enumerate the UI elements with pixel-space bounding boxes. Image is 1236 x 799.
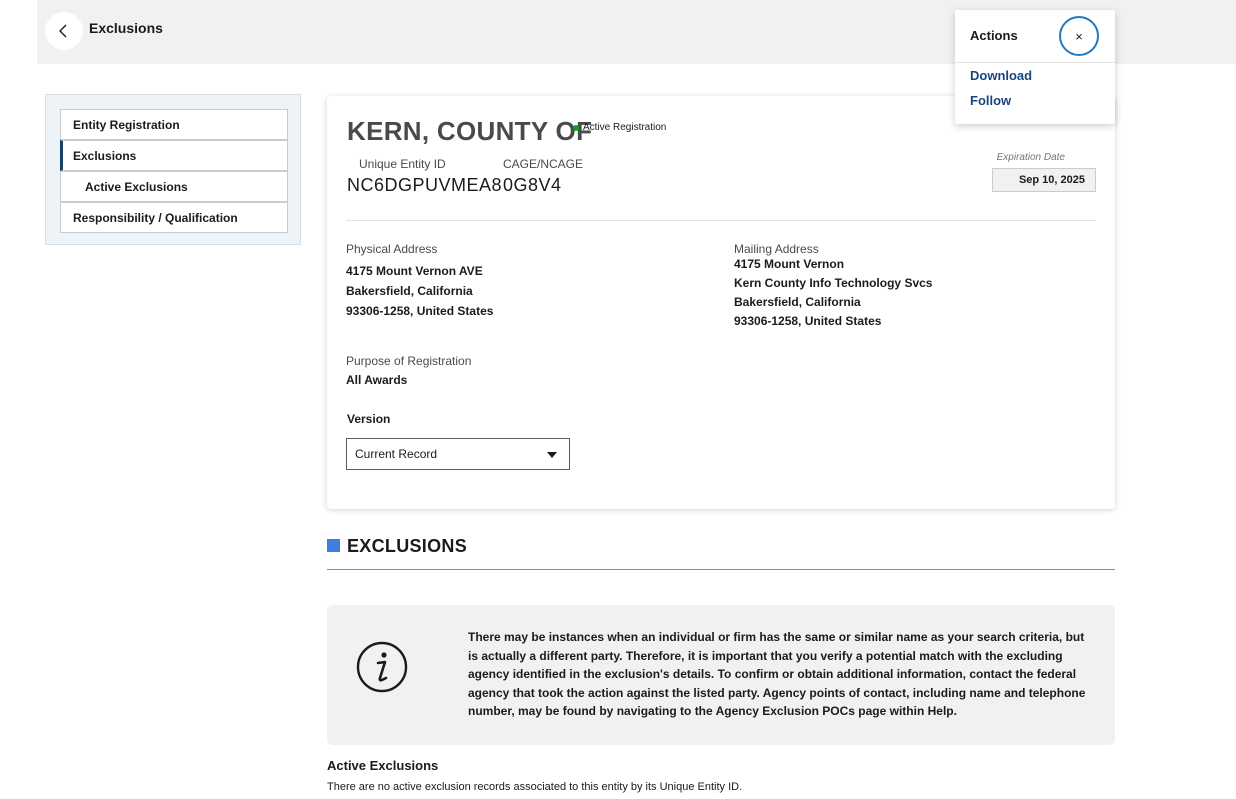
expiration-label: Expiration Date bbox=[996, 152, 1065, 163]
actions-popup: Actions × Download Follow bbox=[955, 10, 1115, 124]
info-text: There may be instances when an individua… bbox=[468, 630, 1086, 718]
entity-name: KERN, COUNTY OF bbox=[347, 116, 593, 146]
physical-address-line: Bakersfield, California bbox=[346, 284, 473, 298]
actions-header: Actions × bbox=[955, 10, 1115, 63]
section-marker-icon bbox=[327, 539, 340, 552]
active-exclusions-title: Active Exclusions bbox=[327, 758, 439, 773]
sidebar-item-entity-registration[interactable]: Entity Registration bbox=[60, 109, 288, 140]
purpose-label: Purpose of Registration bbox=[346, 354, 472, 368]
status-dot-icon bbox=[573, 124, 579, 131]
follow-link[interactable]: Follow bbox=[970, 93, 1011, 108]
download-link[interactable]: Download bbox=[970, 68, 1032, 83]
cage-value: 0G8V4 bbox=[503, 175, 562, 195]
physical-address-label: Physical Address bbox=[346, 242, 438, 256]
back-button[interactable] bbox=[45, 12, 83, 50]
page-title: Exclusions bbox=[89, 20, 163, 36]
version-label: Version bbox=[347, 412, 391, 426]
mailing-address-line: 93306-1258, United States bbox=[734, 314, 882, 328]
sidebar: Entity Registration Exclusions Active Ex… bbox=[45, 94, 301, 245]
caret-down-icon bbox=[547, 452, 557, 458]
entity-card: KERN, COUNTY OF Active Registration Uniq… bbox=[327, 96, 1115, 509]
uei-value: NC6DGPUVMEA8 bbox=[347, 175, 503, 195]
uei-label: Unique Entity ID bbox=[359, 157, 446, 171]
divider bbox=[346, 220, 1096, 221]
chevron-left-icon bbox=[59, 24, 67, 38]
actions-title: Actions bbox=[970, 28, 1018, 43]
physical-address-line: 93306-1258, United States bbox=[346, 304, 494, 318]
purpose-value: All Awards bbox=[346, 373, 408, 387]
cage-label: CAGE/NCAGE bbox=[503, 157, 584, 171]
physical-address-line: 4175 Mount Vernon AVE bbox=[346, 264, 483, 278]
close-icon: × bbox=[1075, 28, 1083, 44]
mailing-address-line: Bakersfield, California bbox=[734, 295, 861, 309]
physical-address: 4175 Mount Vernon AVE Bakersfield, Calif… bbox=[346, 261, 493, 321]
info-box: There may be instances when an individua… bbox=[327, 605, 1115, 745]
mailing-address-line: Kern County Info Technology Svcs bbox=[734, 276, 933, 290]
close-button[interactable]: × bbox=[1059, 16, 1099, 56]
mailing-address-label: Mailing Address bbox=[734, 242, 819, 256]
mailing-address-line: 4175 Mount Vernon bbox=[734, 257, 845, 271]
sidebar-item-responsibility-qualification[interactable]: Responsibility / Qualification bbox=[60, 202, 288, 233]
sidebar-item-exclusions[interactable]: Exclusions bbox=[60, 140, 288, 171]
active-exclusions-note: There are no active exclusion records as… bbox=[327, 781, 743, 793]
registration-status-label: Active Registration bbox=[583, 122, 667, 133]
sidebar-item-active-exclusions[interactable]: Active Exclusions bbox=[60, 171, 288, 202]
info-icon bbox=[356, 641, 408, 693]
version-select[interactable]: Current Record bbox=[346, 438, 570, 470]
version-selected-value: Current Record bbox=[355, 447, 438, 461]
exclusions-rule bbox=[327, 569, 1115, 570]
exclusions-heading: EXCLUSIONS bbox=[347, 536, 468, 556]
registration-status: Active Registration bbox=[573, 122, 666, 133]
mailing-address: 4175 Mount Vernon Kern County Info Techn… bbox=[734, 255, 932, 331]
expiration-date: Sep 10, 2025 bbox=[992, 168, 1096, 192]
